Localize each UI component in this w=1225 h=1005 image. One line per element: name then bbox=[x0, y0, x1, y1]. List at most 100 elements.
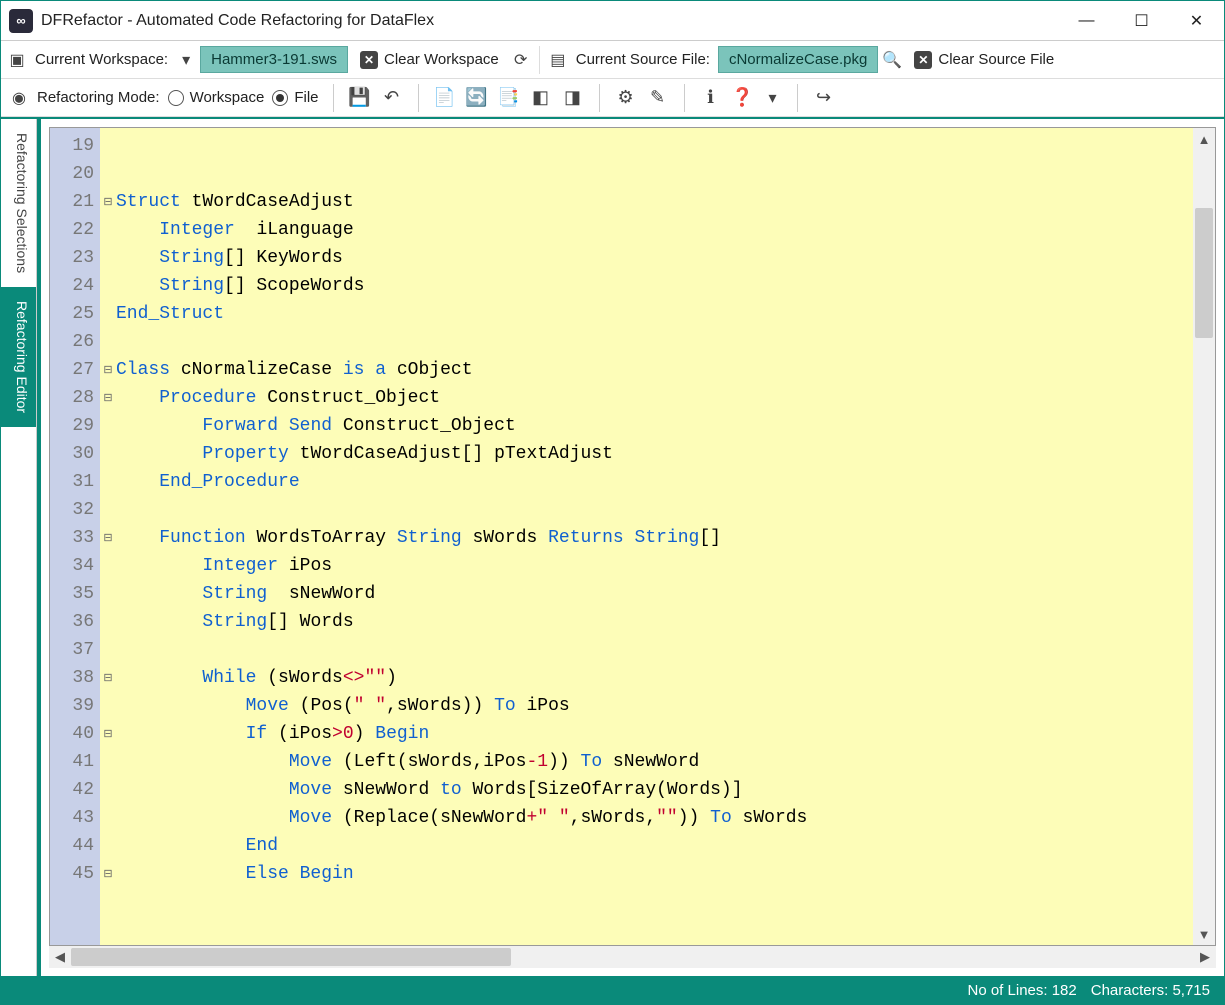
fold-marker bbox=[100, 412, 116, 440]
code-line[interactable]: Move (Left(sWords,iPos-1)) To sNewWord bbox=[116, 748, 1193, 776]
edit-icon[interactable]: ✎ bbox=[646, 86, 670, 110]
toggle-icon[interactable]: 📑 bbox=[497, 86, 521, 110]
code-line[interactable]: Integer iPos bbox=[116, 552, 1193, 580]
minimize-button[interactable]: — bbox=[1059, 1, 1114, 41]
browse-source-icon[interactable]: 🔍 bbox=[882, 50, 902, 70]
code-line[interactable]: End_Struct bbox=[116, 300, 1193, 328]
code-line[interactable]: End_Procedure bbox=[116, 468, 1193, 496]
code-line[interactable]: While (sWords<>"") bbox=[116, 664, 1193, 692]
source-file-icon: ▤ bbox=[548, 50, 568, 70]
help-icon[interactable]: ❓ bbox=[731, 86, 755, 110]
line-number: 45 bbox=[50, 860, 100, 888]
code-line[interactable] bbox=[116, 328, 1193, 356]
code-line[interactable]: Struct tWordCaseAdjust bbox=[116, 188, 1193, 216]
compare-left-icon[interactable]: ◧ bbox=[529, 86, 553, 110]
workspace-dropdown-icon[interactable]: ▾ bbox=[176, 50, 196, 70]
code-line[interactable]: String sNewWord bbox=[116, 580, 1193, 608]
fold-marker[interactable]: ⊟ bbox=[100, 188, 116, 216]
code-line[interactable]: Forward Send Construct_Object bbox=[116, 412, 1193, 440]
line-number: 35 bbox=[50, 580, 100, 608]
line-number: 34 bbox=[50, 552, 100, 580]
exit-icon[interactable]: ↪ bbox=[812, 86, 836, 110]
status-chars-label: Characters: bbox=[1091, 982, 1169, 999]
code-line[interactable]: Function WordsToArray String sWords Retu… bbox=[116, 524, 1193, 552]
code-line[interactable]: String[] Words bbox=[116, 608, 1193, 636]
code-editor[interactable]: 1920212223242526272829303132333435363738… bbox=[49, 127, 1216, 946]
mode-file-label: File bbox=[294, 89, 318, 106]
code-line[interactable]: Move (Pos(" ",sWords)) To iPos bbox=[116, 692, 1193, 720]
clear-workspace-icon: ✕ bbox=[360, 51, 378, 69]
code-line[interactable]: Class cNormalizeCase is a cObject bbox=[116, 356, 1193, 384]
scroll-right-icon[interactable]: ▶ bbox=[1194, 949, 1216, 965]
info-icon[interactable]: ℹ bbox=[699, 86, 723, 110]
line-number: 26 bbox=[50, 328, 100, 356]
line-number: 25 bbox=[50, 300, 100, 328]
vertical-scrollbar[interactable]: ▲ ▼ bbox=[1193, 128, 1215, 945]
code-line[interactable]: String[] ScopeWords bbox=[116, 272, 1193, 300]
fold-marker[interactable]: ⊟ bbox=[100, 664, 116, 692]
code-line[interactable]: String[] KeyWords bbox=[116, 244, 1193, 272]
window-title: DFRefactor - Automated Code Refactoring … bbox=[41, 12, 1059, 30]
fold-marker bbox=[100, 580, 116, 608]
line-number: 24 bbox=[50, 272, 100, 300]
close-button[interactable]: ✕ bbox=[1169, 1, 1224, 41]
scroll-left-icon[interactable]: ◀ bbox=[49, 949, 71, 965]
tab-refactoring-editor[interactable]: Refactoring Editor bbox=[1, 287, 36, 427]
fold-marker bbox=[100, 328, 116, 356]
title-bar: ∞ DFRefactor - Automated Code Refactorin… bbox=[1, 1, 1224, 41]
line-number: 31 bbox=[50, 468, 100, 496]
clear-workspace-button[interactable]: ✕ Clear Workspace bbox=[352, 47, 507, 73]
mode-file-radio[interactable]: File bbox=[272, 89, 318, 106]
fold-marker bbox=[100, 132, 116, 160]
maximize-button[interactable]: ☐ bbox=[1114, 1, 1169, 41]
code-line[interactable]: Else Begin bbox=[116, 860, 1193, 888]
code-line[interactable] bbox=[116, 636, 1193, 664]
line-number: 28 bbox=[50, 384, 100, 412]
scroll-up-icon[interactable]: ▲ bbox=[1193, 128, 1215, 150]
horizontal-scroll-track[interactable] bbox=[71, 946, 1194, 968]
line-number: 33 bbox=[50, 524, 100, 552]
code-line[interactable]: If (iPos>0) Begin bbox=[116, 720, 1193, 748]
code-line[interactable]: Move (Replace(sNewWord+" ",sWords,"")) T… bbox=[116, 804, 1193, 832]
line-number: 36 bbox=[50, 608, 100, 636]
fold-marker[interactable]: ⊟ bbox=[100, 524, 116, 552]
undo-icon[interactable]: ↶ bbox=[380, 86, 404, 110]
save-icon[interactable]: 💾 bbox=[348, 86, 372, 110]
settings-icon[interactable]: ⚙ bbox=[614, 86, 638, 110]
help-dropdown-icon[interactable]: ▾ bbox=[763, 88, 783, 108]
fold-marker bbox=[100, 468, 116, 496]
workspace-refresh-icon[interactable]: ⟳ bbox=[511, 50, 531, 70]
workspace-value[interactable]: Hammer3-191.sws bbox=[200, 46, 348, 73]
code-line[interactable]: End bbox=[116, 832, 1193, 860]
clear-source-button[interactable]: ✕ Clear Source File bbox=[906, 47, 1062, 73]
line-number: 20 bbox=[50, 160, 100, 188]
code-line[interactable] bbox=[116, 160, 1193, 188]
code-content[interactable]: Struct tWordCaseAdjust Integer iLanguage… bbox=[116, 128, 1193, 945]
mode-workspace-radio[interactable]: Workspace bbox=[168, 89, 265, 106]
line-number: 27 bbox=[50, 356, 100, 384]
fold-marker[interactable]: ⊟ bbox=[100, 356, 116, 384]
toolbar-separator bbox=[599, 84, 600, 112]
code-line[interactable]: Move sNewWord to Words[SizeOfArray(Words… bbox=[116, 776, 1193, 804]
refresh-icon[interactable]: 🔄 bbox=[465, 86, 489, 110]
fold-marker[interactable]: ⊟ bbox=[100, 860, 116, 888]
toolbar-separator bbox=[684, 84, 685, 112]
line-number: 30 bbox=[50, 440, 100, 468]
vertical-scroll-thumb[interactable] bbox=[1195, 208, 1213, 338]
horizontal-scroll-thumb[interactable] bbox=[71, 948, 511, 966]
scroll-down-icon[interactable]: ▼ bbox=[1193, 923, 1215, 945]
line-number: 40 bbox=[50, 720, 100, 748]
code-line[interactable] bbox=[116, 496, 1193, 524]
code-line[interactable]: Procedure Construct_Object bbox=[116, 384, 1193, 412]
code-line[interactable]: Property tWordCaseAdjust[] pTextAdjust bbox=[116, 440, 1193, 468]
fold-column[interactable]: ⊟⊟⊟⊟⊟⊟⊟ bbox=[100, 128, 116, 945]
document-icon[interactable]: 📄 bbox=[433, 86, 457, 110]
fold-marker[interactable]: ⊟ bbox=[100, 384, 116, 412]
compare-right-icon[interactable]: ◨ bbox=[561, 86, 585, 110]
fold-marker[interactable]: ⊟ bbox=[100, 720, 116, 748]
source-file-value[interactable]: cNormalizeCase.pkg bbox=[718, 46, 878, 73]
code-line[interactable]: Integer iLanguage bbox=[116, 216, 1193, 244]
tab-refactoring-selections[interactable]: Refactoring Selections bbox=[1, 119, 36, 287]
code-line[interactable] bbox=[116, 132, 1193, 160]
horizontal-scrollbar[interactable]: ◀ ▶ bbox=[49, 946, 1216, 968]
